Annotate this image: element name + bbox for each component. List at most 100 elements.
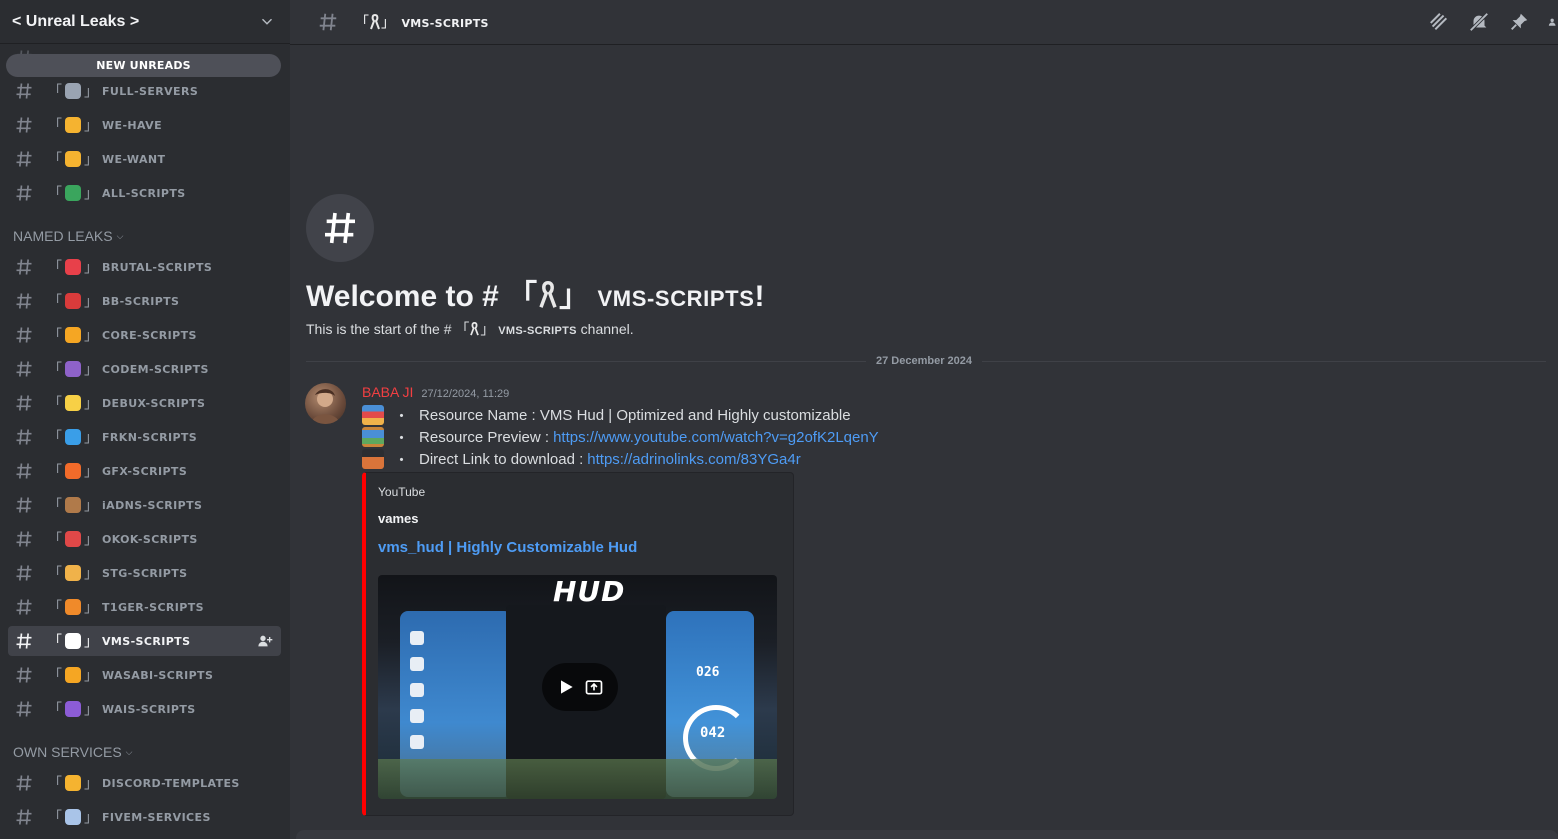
channel-full-servers[interactable]: 「 」 FULL-SERVERS [8, 76, 281, 106]
message-timestamp[interactable]: 27/12/2024, 11:29 [421, 388, 509, 400]
chevron-down-icon: ⌵ [125, 746, 133, 757]
channel-name: WE-WANT [102, 152, 166, 166]
armor-icon [410, 657, 424, 671]
thumbnail-ground [378, 759, 777, 799]
bullet: ・ [394, 451, 410, 469]
bracket-open: 「 [48, 668, 62, 684]
bracket-close: 」 [84, 430, 98, 446]
channel-name: BB-SCRIPTS [102, 294, 180, 308]
message-line: ・ Resource Name : VMS Hud | Optimized an… [362, 404, 851, 426]
welcome-bracket-close: 」 [559, 280, 590, 313]
channel-name: STG-SCRIPTS [102, 566, 188, 580]
bracket-open: 「 [48, 118, 62, 134]
channel-gfx-scripts[interactable]: 「 」 GFX-SCRIPTS [8, 456, 281, 486]
channel-bb-scripts[interactable]: 「 」 BB-SCRIPTS [8, 286, 281, 316]
bracket-open: 「 [48, 532, 62, 548]
hashtag-icon [325, 212, 355, 244]
server-header[interactable]: < Unreal Leaks > [0, 0, 290, 44]
open-external-icon[interactable] [584, 677, 604, 697]
water-icon [410, 735, 424, 749]
channel-name: OKOK-SCRIPTS [102, 532, 198, 546]
food-icon [410, 709, 424, 723]
run-icon [410, 683, 424, 697]
video-thumbnail[interactable]: 026 042 HUD [378, 575, 777, 799]
category-label: NAMED LEAKS [13, 228, 113, 244]
message-line: ・ Direct Link to download : https://adri… [362, 448, 801, 470]
thumbnail-hud-icons [410, 631, 424, 749]
channel-we-have[interactable]: 「 」 WE-HAVE [8, 110, 281, 140]
topbar-channel-name: vms-scripts [401, 17, 489, 30]
hashtag-icon [16, 185, 32, 201]
hashtag-icon [16, 151, 32, 167]
channel-brutal-scripts[interactable]: 「 」 BRUTAL-SCRIPTS [8, 252, 281, 282]
hashtag-icon [16, 775, 32, 791]
chevron-down-icon[interactable] [260, 15, 274, 29]
message-header: BABA JI 27/12/2024, 11:29 [362, 384, 509, 400]
wave-icon [65, 429, 81, 445]
framed-picture-icon [362, 427, 384, 447]
channel-name: T1GER-SCRIPTS [102, 600, 204, 614]
bracket-open: 「 [48, 294, 62, 310]
youtube-link[interactable]: https://www.youtube.com/watch?v=g2ofK2Lq… [553, 429, 879, 446]
channel-vms-scripts[interactable]: 「 」 VMS-SCRIPTS [8, 626, 281, 656]
channel-okok-scripts[interactable]: 「 」 OKOK-SCRIPTS [8, 524, 281, 554]
bracket-open: 「 [48, 152, 62, 168]
embed-title[interactable]: vms_hud | Highly Customizable Hud [378, 539, 637, 556]
channel-t1ger-scripts[interactable]: 「 」 T1GER-SCRIPTS [8, 592, 281, 622]
ribbon-icon [370, 14, 380, 30]
play-icon[interactable] [556, 677, 576, 697]
channel-core-scripts[interactable]: 「 」 CORE-SCRIPTS [8, 320, 281, 350]
bracket-open: 「 [48, 566, 62, 582]
books-icon [65, 185, 81, 201]
channel-name: ALL-SCRIPTS [102, 186, 186, 200]
message-line: ・ Resource Preview : https://www.youtube… [362, 426, 879, 448]
chevron-down-icon: ⌵ [116, 230, 124, 241]
bracket-close: 」 [84, 362, 98, 378]
play-controls[interactable] [542, 663, 618, 711]
channel-wasabi-scripts[interactable]: 「 」 WASABI-SCRIPTS [8, 660, 281, 690]
topbar-channel-title: 「」 vms-scripts [355, 12, 489, 32]
embed-provider[interactable]: YouTube [378, 485, 425, 499]
bracket-close: 」 [84, 600, 98, 616]
bullet: ・ [394, 429, 410, 447]
ribbon-icon [65, 633, 81, 649]
category-own-services[interactable]: OWN SERVICES ⌵ [13, 744, 132, 760]
hashtag-icon [16, 463, 32, 479]
channel-fivem-services[interactable]: 「 」 FIVEM-SERVICES [8, 802, 281, 832]
channel-frkn-scripts[interactable]: 「 」 FRKN-SCRIPTS [8, 422, 281, 452]
mute-bell-icon[interactable] [1468, 11, 1490, 33]
bomb-icon [65, 361, 81, 377]
hashtag-icon [16, 83, 32, 99]
welcome-sub-channel[interactable]: vms-scripts [498, 325, 576, 337]
channel-name: CODEM-SCRIPTS [102, 362, 209, 376]
siren-icon [65, 259, 81, 275]
pin-icon[interactable] [1508, 11, 1530, 33]
channel-all-scripts[interactable]: 「 」 ALL-SCRIPTS [8, 178, 281, 208]
channel-name: iADNS-SCRIPTS [102, 498, 203, 512]
channel-codem-scripts[interactable]: 「 」 CODEM-SCRIPTS [8, 354, 281, 384]
channel-iadns-scripts[interactable]: 「 」 iADNS-SCRIPTS [8, 490, 281, 520]
author-name[interactable]: BABA JI [362, 384, 413, 400]
bracket-close: 」 [381, 15, 395, 31]
channel-we-want[interactable]: 「 」 WE-WANT [8, 144, 281, 174]
beer-icon [65, 565, 81, 581]
message-input-edge[interactable] [296, 830, 1558, 839]
sun-icon [65, 327, 81, 343]
hashtag-icon [16, 531, 32, 547]
threads-icon[interactable] [1428, 11, 1450, 33]
create-invite-icon[interactable] [257, 633, 273, 649]
category-named-leaks[interactable]: NAMED LEAKS ⌵ [13, 228, 123, 244]
channel-wais-scripts[interactable]: 「 」 WAIS-SCRIPTS [8, 694, 281, 724]
bracket-close: 」 [84, 84, 98, 100]
channel-discord-templates[interactable]: 「 」 DISCORD-TEMPLATES [8, 768, 281, 798]
hashtag-icon [16, 361, 32, 377]
line-label: Resource Preview : [419, 428, 550, 446]
embed-author[interactable]: vames [378, 511, 418, 526]
avatar[interactable] [305, 383, 346, 424]
channel-debux-scripts[interactable]: 「 」 DEBUX-SCRIPTS [8, 388, 281, 418]
member-list-icon[interactable] [1548, 11, 1558, 33]
new-unreads-banner[interactable]: NEW UNREADS [6, 54, 281, 77]
download-link[interactable]: https://adrinolinks.com/83YGa4r [587, 451, 800, 468]
channel-stg-scripts[interactable]: 「 」 STG-SCRIPTS [8, 558, 281, 588]
bullet: ・ [394, 407, 410, 425]
